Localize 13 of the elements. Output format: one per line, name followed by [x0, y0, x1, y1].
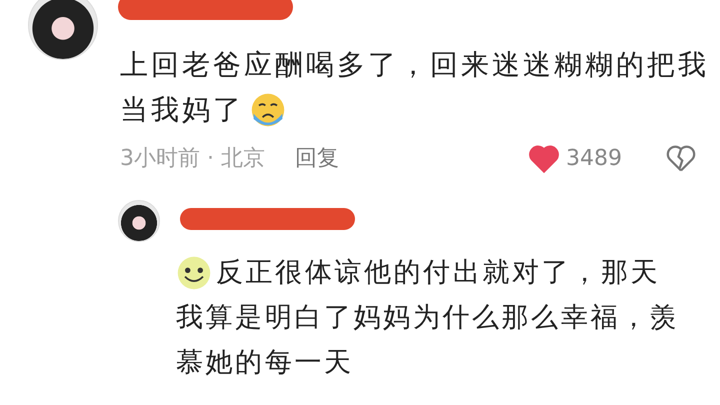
broken-heart-icon[interactable]	[666, 144, 696, 172]
reply-link[interactable]: 回复	[294, 143, 339, 173]
reply-text: 我算是明白了妈妈为什么那么幸福，羡慕她的每一天	[176, 302, 680, 378]
crying-face-icon	[250, 92, 286, 128]
time-location: 3小时前 · 北京	[120, 145, 265, 173]
reply-text: 反正很体谅他的付出就对了，那天	[216, 256, 660, 290]
avatar[interactable]	[28, 0, 98, 60]
like-count: 3489	[566, 146, 622, 170]
comment-text: 当我妈了	[120, 92, 244, 128]
avatar[interactable]	[118, 200, 160, 242]
comment-text: 上回老爸应酬喝多了，回来迷迷糊糊的把我	[120, 48, 709, 81]
heart-icon[interactable]	[528, 144, 560, 172]
smiling-face-icon	[176, 254, 212, 290]
